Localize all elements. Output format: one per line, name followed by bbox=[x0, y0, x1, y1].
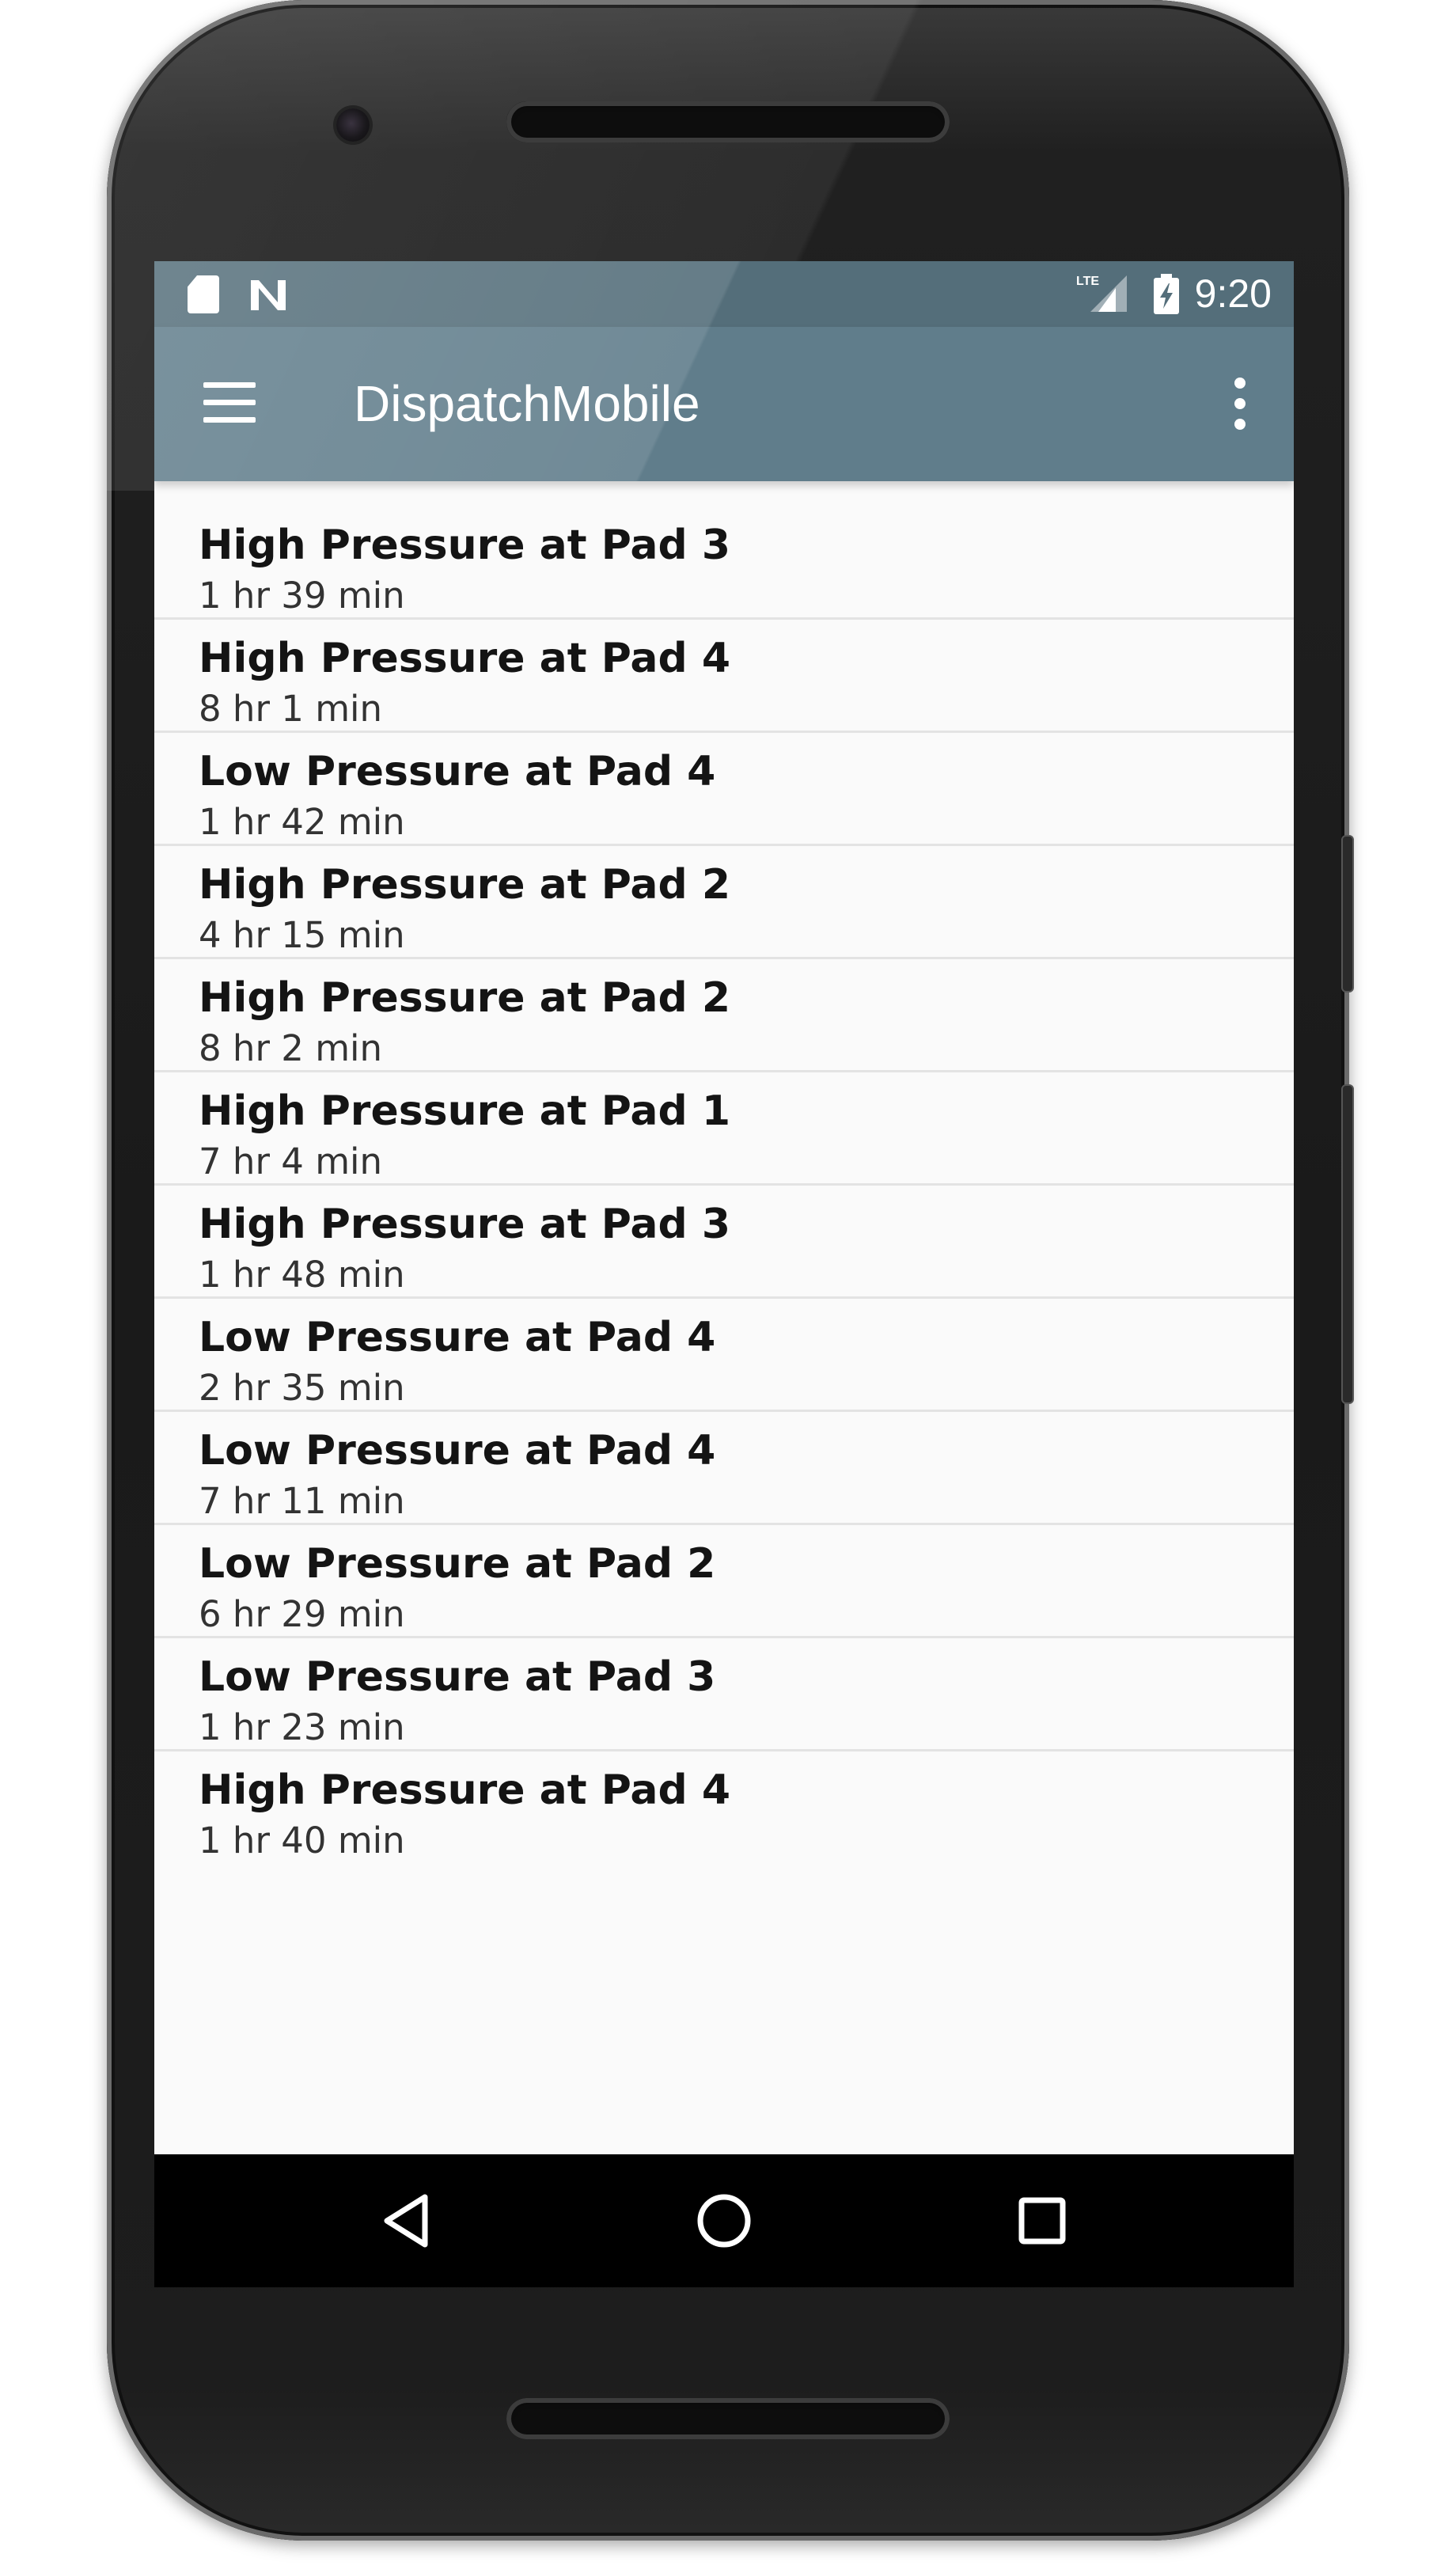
alert-list-item[interactable]: High Pressure at Pad 4 8 hr 1 min bbox=[154, 620, 1294, 733]
recents-square-icon[interactable] bbox=[1009, 2188, 1075, 2254]
alert-elapsed-time: 1 hr 40 min bbox=[199, 1820, 405, 1861]
phone-screen: LTE 9:20 DispatchMobile High Pressure at… bbox=[154, 261, 1294, 2287]
alert-elapsed-time: 7 hr 11 min bbox=[199, 1480, 405, 1522]
front-camera bbox=[336, 108, 370, 142]
alert-title: Low Pressure at Pad 3 bbox=[199, 1653, 716, 1701]
alert-title: Low Pressure at Pad 2 bbox=[199, 1540, 716, 1588]
alert-list-item[interactable]: High Pressure at Pad 2 8 hr 2 min bbox=[154, 959, 1294, 1072]
alert-title: High Pressure at Pad 4 bbox=[199, 635, 731, 682]
alert-list-item[interactable]: Low Pressure at Pad 3 1 hr 23 min bbox=[154, 1638, 1294, 1751]
back-triangle-icon[interactable] bbox=[376, 2188, 442, 2254]
status-clock: 9:20 bbox=[1194, 271, 1272, 316]
alert-elapsed-time: 4 hr 15 min bbox=[199, 914, 405, 956]
alert-title: High Pressure at Pad 1 bbox=[199, 1087, 731, 1135]
alert-title: Low Pressure at Pad 4 bbox=[199, 1427, 716, 1474]
lte-signal-icon: LTE bbox=[1076, 272, 1132, 313]
alert-elapsed-time: 7 hr 4 min bbox=[199, 1140, 383, 1182]
status-bar: LTE 9:20 bbox=[154, 261, 1294, 327]
home-circle-icon[interactable] bbox=[691, 2188, 757, 2254]
sd-card-icon bbox=[188, 275, 219, 313]
alert-title: High Pressure at Pad 3 bbox=[199, 1201, 731, 1248]
alert-list-item[interactable]: High Pressure at Pad 3 1 hr 39 min bbox=[154, 507, 1294, 620]
alert-list-item[interactable]: Low Pressure at Pad 2 6 hr 29 min bbox=[154, 1525, 1294, 1638]
alert-list: High Pressure at Pad 31 hr 39 min High Pr… bbox=[154, 507, 1294, 1865]
alert-list-item[interactable]: High Pressure at Pad 1 7 hr 4 min bbox=[154, 1072, 1294, 1186]
n-notification-icon bbox=[248, 275, 289, 313]
volume-rocker[interactable] bbox=[1341, 1084, 1354, 1404]
alert-title: High Pressure at Pad 2 bbox=[199, 974, 731, 1022]
alert-elapsed-time: 8 hr 2 min bbox=[199, 1027, 383, 1069]
alert-title: High Pressure at Pad 4 bbox=[199, 1767, 731, 1814]
hamburger-menu-icon[interactable] bbox=[203, 382, 256, 423]
alert-elapsed-time: 2 hr 35 min bbox=[199, 1367, 405, 1409]
alert-list-item[interactable]: High Pressure at Pad 4 1 hr 40 min bbox=[154, 1751, 1294, 1865]
alert-list-item[interactable]: Low Pressure at Pad 4 1 hr 42 min bbox=[154, 733, 1294, 846]
alert-title: Low Pressure at Pad 4 bbox=[199, 1314, 716, 1361]
app-toolbar: DispatchMobile bbox=[154, 327, 1294, 481]
alert-title: High Pressure at Pad 3 bbox=[199, 522, 731, 569]
alert-elapsed-time: 1 hr 48 min bbox=[199, 1254, 405, 1296]
alert-elapsed-time: 8 hr 1 min bbox=[199, 688, 383, 730]
navigation-bar bbox=[154, 2154, 1294, 2287]
power-button[interactable] bbox=[1341, 835, 1354, 992]
svg-text:LTE: LTE bbox=[1076, 275, 1099, 288]
battery-charging-icon bbox=[1153, 274, 1180, 315]
alert-elapsed-time: 1 hr 42 min bbox=[199, 801, 405, 843]
alert-list-item[interactable]: Low Pressure at Pad 4 7 hr 11 min bbox=[154, 1412, 1294, 1525]
alert-elapsed-time: 6 hr 29 min bbox=[199, 1593, 405, 1635]
alert-title: Low Pressure at Pad 4 bbox=[199, 748, 716, 795]
bottom-speaker bbox=[506, 2398, 950, 2439]
alert-list-item[interactable]: High Pressure at Pad 3 1 hr 48 min bbox=[154, 1186, 1294, 1299]
app-title: DispatchMobile bbox=[354, 375, 700, 432]
alert-list-item[interactable]: Low Pressure at Pad 4 2 hr 35 min bbox=[154, 1299, 1294, 1412]
alert-title: High Pressure at Pad 2 bbox=[199, 861, 731, 909]
alert-elapsed-time: 1 hr 39 min bbox=[199, 575, 405, 617]
earpiece-speaker bbox=[506, 101, 950, 142]
alert-list-item[interactable]: High Pressure at Pad 2 4 hr 15 min bbox=[154, 846, 1294, 959]
alert-elapsed-time: 1 hr 23 min bbox=[199, 1706, 405, 1748]
more-vert-icon[interactable] bbox=[1232, 378, 1248, 430]
